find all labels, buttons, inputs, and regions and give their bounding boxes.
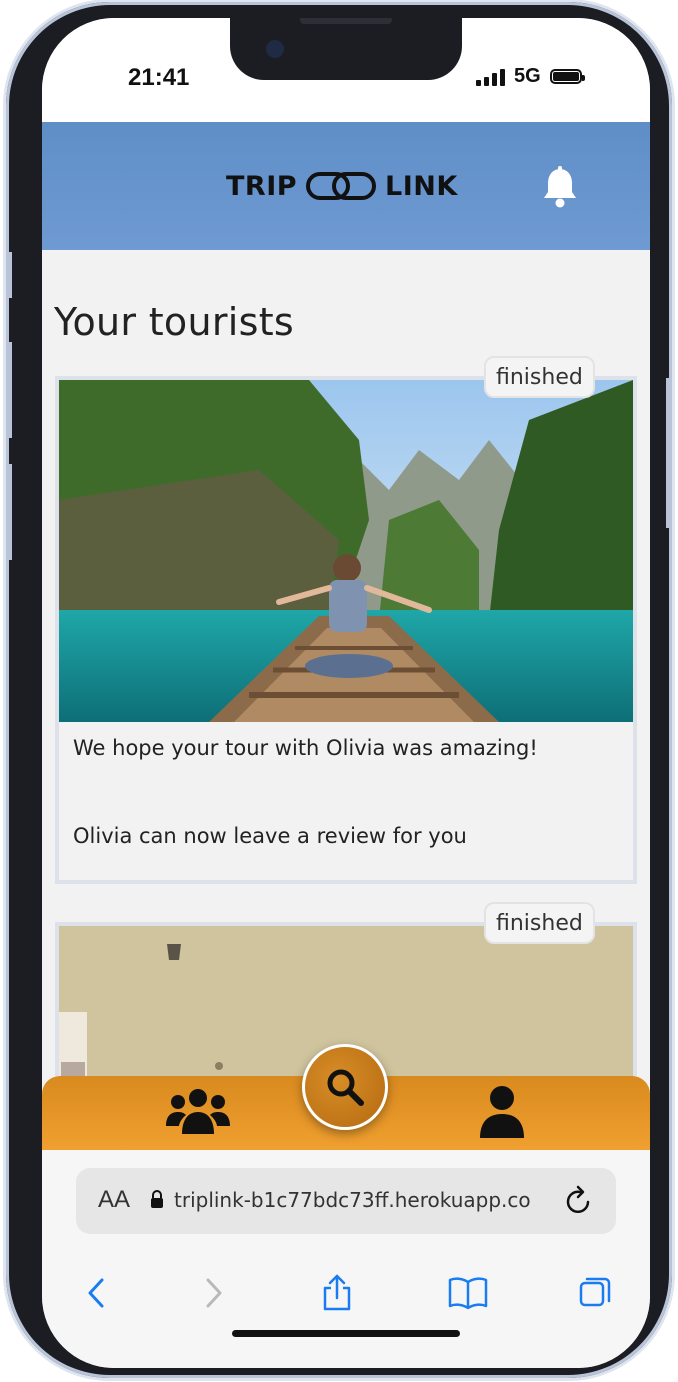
back-icon[interactable] xyxy=(80,1274,114,1312)
users-group-icon[interactable] xyxy=(166,1086,230,1138)
status-badge: finished xyxy=(484,356,595,398)
status-time: 21:41 xyxy=(128,64,190,91)
chain-link-icon xyxy=(306,172,377,200)
tabs-icon[interactable] xyxy=(578,1274,612,1312)
signal-icon xyxy=(476,68,505,86)
card-message-line1: We hope your tour with Olivia was amazin… xyxy=(73,736,538,760)
card-message-line2: Olivia can now leave a review for you xyxy=(73,824,467,848)
share-icon[interactable] xyxy=(320,1274,354,1312)
user-icon[interactable] xyxy=(478,1084,526,1140)
status-badge: finished xyxy=(484,902,595,944)
woman-on-boat-photo xyxy=(59,380,633,722)
network-label: 5G xyxy=(514,65,541,87)
volume-up-button xyxy=(6,342,12,438)
forward-icon[interactable] xyxy=(196,1274,230,1312)
tourist-card[interactable]: We hope your tour with Olivia was amazin… xyxy=(55,376,637,884)
battery-icon xyxy=(550,69,585,84)
silent-switch xyxy=(6,252,12,298)
page-title: Your tourists xyxy=(54,300,295,344)
search-button[interactable] xyxy=(302,1044,388,1130)
main-content[interactable]: Your tourists We hope your tour with Oli… xyxy=(42,250,650,1076)
phone-frame: 21:41 5G TRIP LINK Your tourists We hope… xyxy=(6,2,672,1378)
reader-options-button[interactable]: AA xyxy=(98,1186,130,1214)
url-text[interactable]: triplink-b1c77bdc73ff.herokuapp.co xyxy=(174,1188,558,1212)
search-icon xyxy=(327,1069,364,1106)
logo-text-link: LINK xyxy=(385,170,458,202)
reload-icon[interactable] xyxy=(564,1184,594,1216)
address-bar[interactable]: AA triplink-b1c77bdc73ff.herokuapp.co xyxy=(76,1168,616,1234)
bell-icon[interactable] xyxy=(542,166,578,208)
power-button xyxy=(666,378,672,528)
notch xyxy=(230,18,462,80)
bookmarks-icon[interactable] xyxy=(448,1274,488,1312)
status-bar: 21:41 5G xyxy=(42,18,650,122)
speaker xyxy=(300,18,392,24)
camera-icon xyxy=(266,40,284,58)
screen: 21:41 5G TRIP LINK Your tourists We hope… xyxy=(42,18,650,1368)
lock-icon xyxy=(151,1190,163,1208)
volume-down-button xyxy=(6,464,12,560)
logo-text-trip: TRIP xyxy=(226,170,298,202)
app-header: TRIP LINK xyxy=(42,122,650,250)
home-indicator xyxy=(232,1330,460,1337)
app-logo[interactable]: TRIP LINK xyxy=(226,170,458,202)
